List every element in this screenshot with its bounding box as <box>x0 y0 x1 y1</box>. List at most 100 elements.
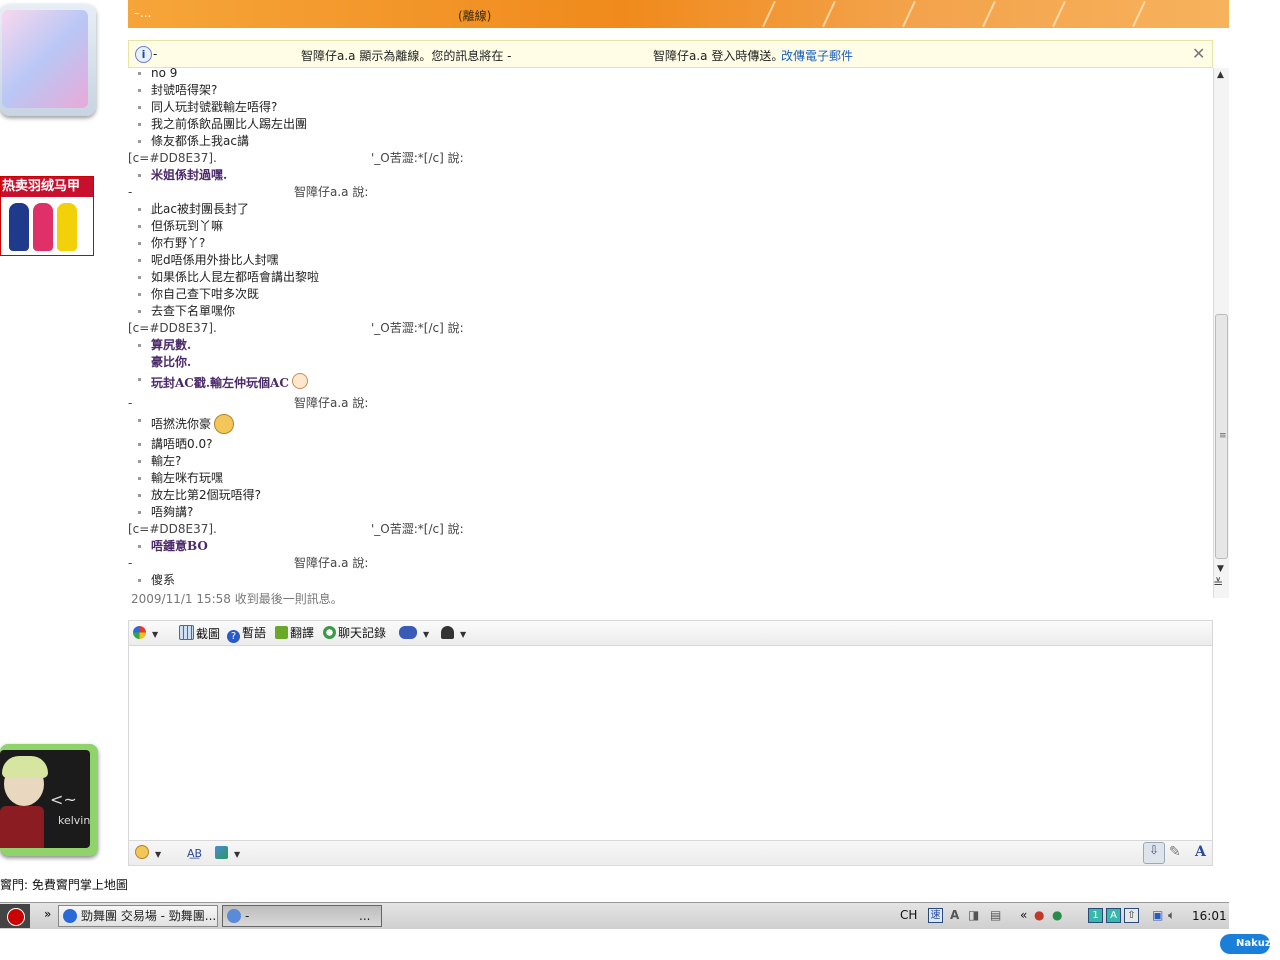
activities-button[interactable]: ▼ <box>441 625 466 642</box>
message-text: 唔撚洗你豪 <box>151 417 212 431</box>
spellcheck-button[interactable]: A͟B <box>187 845 202 862</box>
send-email-link[interactable]: 改傳電子郵件 <box>781 47 853 64</box>
taskbar-item-browser[interactable]: 勁舞團 交易場 - 勁舞團... <box>58 905 218 927</box>
message-text: 你自己查下咁多次既 <box>151 287 260 301</box>
translate-icon <box>275 626 288 639</box>
chat-history-button[interactable]: 聊天記錄 <box>323 625 386 642</box>
info-icon: i <box>135 46 152 63</box>
screenshot-button[interactable]: 截圖 <box>179 625 220 642</box>
sender-prefix: - <box>128 396 133 410</box>
arrow-down-icon: ⇩ <box>1148 843 1160 857</box>
message-text: 此ac被封團長封了 <box>151 202 249 216</box>
close-notice-button[interactable]: ✕ <box>1192 44 1205 63</box>
display-picture-thumbnail[interactable] <box>0 4 96 116</box>
sender-prefix: - <box>128 556 133 570</box>
system-tray: CH 速 A ◨ ▤ « ● ● 1 A ⇧ ▣ 🔈︎ 16:01 <box>896 904 1229 928</box>
sender-name: '_O苦澀:*[/c] 說: <box>371 522 464 536</box>
grip-icon: ≡ <box>1219 431 1227 441</box>
tray-mode-a-icon[interactable]: A <box>1106 908 1121 923</box>
conversation-title-bar: –... (離線) <box>128 0 1229 28</box>
message-text: 米姐係封過嘿. <box>151 168 228 182</box>
font-icon: A <box>1195 844 1206 860</box>
bullet-icon <box>138 123 141 126</box>
network-icon[interactable]: ▣ <box>1152 908 1163 922</box>
task-label-ellipsis: ... <box>359 909 371 923</box>
sender-header: [c=#DD8E37]. '_O苦澀:*[/c] 說: <box>128 320 464 337</box>
clock[interactable]: 16:01 <box>1192 909 1227 923</box>
taskbar-item-chat[interactable]: -... <box>222 905 382 927</box>
messenger-icon <box>227 909 241 923</box>
emoticon-button[interactable]: ▼ <box>135 845 161 862</box>
pane-splitter-handle[interactable]: ≚ <box>1213 576 1223 590</box>
ime-font-icon[interactable]: A <box>950 908 959 922</box>
message-text: 放左比第2個玩唔得? <box>151 488 262 502</box>
hint-label: 暫語 <box>242 626 267 640</box>
desktop-background <box>1229 0 1280 930</box>
tray-expand-icon[interactable]: « <box>1020 908 1027 922</box>
bullet-icon <box>138 378 141 381</box>
bullet-icon <box>138 106 141 109</box>
start-logo-icon <box>7 908 25 926</box>
sender-prefix: [c=#DD8E37]. <box>128 522 217 536</box>
message-text: 我之前係飲品團比人踢左出團 <box>151 117 308 131</box>
language-indicator[interactable]: CH <box>900 908 917 922</box>
ime-fast-icon[interactable]: 速 <box>928 908 943 923</box>
contact-avatar-card[interactable]: <~ kelvin <box>0 744 98 856</box>
history-icon <box>323 626 336 639</box>
scroll-up-arrow-icon[interactable]: ▲ <box>1217 70 1224 80</box>
ime-keyboard-icon[interactable]: ▤ <box>990 908 1001 922</box>
chat-scrollbar[interactable]: ▲ ≡ ▼ <box>1213 68 1230 598</box>
screenshot-label: 截圖 <box>196 627 221 641</box>
message-text: 輸左? <box>151 454 182 468</box>
sender-header: [c=#DD8E37]. '_O苦澀:*[/c] 說: <box>128 521 464 538</box>
spellcheck-icon: A͟B <box>187 847 203 860</box>
sender-name: 智障仔a.a 說: <box>294 396 369 410</box>
sender-name: 智障仔a.a 說: <box>294 185 369 199</box>
thinking-emoticon-icon <box>292 373 308 389</box>
scroll-down-arrow-icon[interactable]: ▼ <box>1217 564 1224 574</box>
message-text: 同人玩封號戳輸左唔得? <box>151 100 278 114</box>
advert-banner[interactable]: 热卖羽绒马甲 <box>0 176 94 256</box>
task-label: - <box>245 909 250 923</box>
message-input[interactable] <box>128 646 1213 840</box>
bullet-icon <box>138 494 141 497</box>
theme-button[interactable]: ▼ <box>133 625 158 642</box>
volume-icon[interactable]: 🔈︎ <box>1168 908 1175 923</box>
history-label: 聊天記錄 <box>338 626 387 640</box>
last-message-timestamp: 2009/11/1 15:58 收到最後一則訊息。 <box>131 592 343 606</box>
message-text: no 9 <box>151 68 178 80</box>
tray-mode-1-icon[interactable]: 1 <box>1088 908 1103 923</box>
hint-button[interactable]: ? 暫語 <box>227 625 267 643</box>
translate-button[interactable]: 翻譯 <box>275 625 314 642</box>
message-text: 傻系 <box>151 573 176 587</box>
quicklaunch-expand-icon[interactable]: » <box>44 907 51 921</box>
message-text: 你冇野丫? <box>151 236 206 250</box>
messenger-tray-icon[interactable]: ● <box>1052 908 1062 922</box>
bullet-icon <box>138 477 141 480</box>
sender-prefix: [c=#DD8E37]. <box>128 151 217 165</box>
message-text: 輸左咪冇玩嘿 <box>151 471 224 485</box>
smiley-icon <box>135 845 149 859</box>
sender-name: '_O苦澀:*[/c] 說: <box>371 151 464 165</box>
font-button[interactable]: A <box>1195 844 1206 860</box>
message-text: 但係玩到丫嘛 <box>151 219 224 233</box>
chat-history: no 9 封號唔得架? 同人玩封號戳輸左唔得? 我之前係飲品團比人踢左出團 條友都係上我… <box>128 68 1213 618</box>
avatar-name: kelvin <box>58 814 91 827</box>
games-button[interactable]: ▼ <box>399 625 429 642</box>
ime-halfwidth-icon[interactable]: ◨ <box>968 908 979 922</box>
tray-mode-3-icon[interactable]: ⇧ <box>1124 908 1139 923</box>
send-button[interactable]: ⇩ <box>1143 842 1165 864</box>
contact-name-title: –... <box>134 6 152 20</box>
grid-icon <box>179 625 194 640</box>
help-icon: ? <box>227 630 240 643</box>
vest-image-blue <box>9 203 29 251</box>
start-button[interactable] <box>0 904 30 928</box>
scroll-thumb[interactable]: ≡ <box>1215 314 1228 559</box>
message-text: 豪比你. <box>151 355 192 369</box>
handwriting-button[interactable]: ✎ <box>1169 844 1181 860</box>
wink-icon <box>215 846 228 859</box>
left-status-text[interactable]: 竇門: 免費竇門掌上地圖 <box>0 876 128 893</box>
wink-button[interactable]: ▼ <box>215 845 240 862</box>
notice-text-1: 智障仔a.a 顯示為離線。您的訊息將在 - <box>301 49 512 63</box>
qq-icon[interactable]: ● <box>1034 908 1044 922</box>
